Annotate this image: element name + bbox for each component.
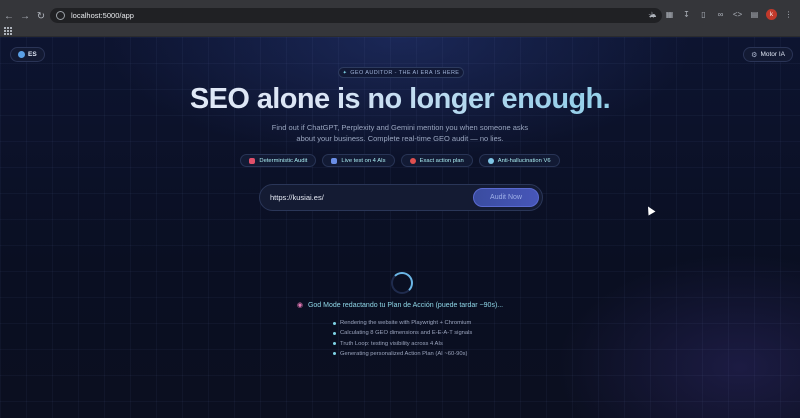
loading-spinner-icon (391, 272, 413, 294)
language-label: ES (28, 51, 37, 58)
sparkle-icon: ✦ (342, 69, 348, 76)
extensions-puzzle-icon[interactable]: ▦ (664, 9, 675, 20)
step-item: Calculating 8 GEO dimensions and E-E-A-T… (333, 328, 472, 338)
toolbar-icons: ☁ ▦ ↧ ▯ ∞ <> ▤ k ⋮ (647, 9, 794, 20)
browser-toolbar: ← → ↻ localhost:5000/app ☆ ☁ ▦ ↧ ▯ ∞ <> … (0, 6, 800, 26)
lightning-icon (249, 157, 256, 164)
motor-label: Motor IA (760, 51, 785, 58)
page-subtitle: Find out if ChatGPT, Perplexity and Gemi… (271, 123, 529, 143)
eyebrow-text: GEO AUDITOR - THE AI ERA IS HERE (350, 69, 460, 76)
step-item: Rendering the website with Playwright + … (333, 318, 472, 328)
status-text: God Mode redactando tu Plan de Acción (p… (307, 302, 504, 309)
step-item: Generating personalized Action Plan (AI … (333, 349, 472, 359)
forward-icon[interactable]: → (18, 9, 32, 23)
brain-icon: ◉ (296, 302, 303, 309)
feature-chip-anti-hallucination: Anti-hallucination V6 (478, 154, 560, 167)
menu-kebab-icon[interactable]: ⋮ (783, 9, 794, 20)
address-bar[interactable]: localhost:5000/app ☆ (50, 8, 662, 23)
eyebrow-badge: ✦ GEO AUDITOR - THE AI ERA IS HERE (338, 67, 464, 78)
feature-label: Anti-hallucination V6 (497, 157, 551, 164)
feature-label: Exact action plan (419, 157, 464, 164)
globe-icon (18, 51, 25, 58)
progress-steps: Rendering the website with Playwright + … (333, 318, 472, 359)
gear-icon: ⚙ (751, 51, 758, 59)
chart-icon (331, 157, 338, 164)
audit-form: Audit Now (259, 184, 543, 211)
motor-ia-button[interactable]: ⚙ Motor IA (743, 47, 793, 62)
download-icon[interactable]: ↧ (681, 9, 692, 20)
reload-icon[interactable]: ↻ (34, 9, 48, 23)
loading-status: ◉ God Mode redactando tu Plan de Acción … (0, 301, 800, 309)
profile-avatar[interactable]: k (766, 9, 777, 20)
feature-label: Live test on 4 AIs (341, 157, 386, 164)
address-url: localhost:5000/app (71, 11, 134, 20)
step-item: Truth Loop: testing visibility across 4 … (333, 339, 472, 349)
translate-icon[interactable]: ▯ (698, 9, 709, 20)
back-icon[interactable]: ← (2, 9, 16, 23)
extensions-cloud-icon[interactable]: ☁ (647, 9, 658, 20)
target-icon (409, 157, 416, 164)
sidebar-icon[interactable]: ▤ (749, 9, 760, 20)
feature-chip-live-test: Live test on 4 AIs (322, 154, 395, 167)
audit-now-button[interactable]: Audit Now (473, 188, 539, 207)
magnifier-icon (487, 157, 494, 164)
page-headline: SEO alone is no longer enough. (0, 83, 800, 116)
apps-grid-icon[interactable] (4, 27, 12, 35)
link-icon[interactable]: ∞ (715, 9, 726, 20)
feature-chip-action-plan: Exact action plan (400, 154, 473, 167)
bookmarks-bar (0, 26, 800, 37)
devtools-code-icon[interactable]: <> (732, 9, 743, 20)
feature-label: Deterministic Audit (259, 157, 308, 164)
language-switch[interactable]: ES (10, 47, 45, 62)
feature-chips: Deterministic Audit Live test on 4 AIs E… (0, 154, 800, 167)
feature-chip-deterministic: Deterministic Audit (240, 154, 317, 167)
page: ES ⚙ Motor IA ✦ GEO AUDITOR - THE AI ERA… (0, 37, 800, 418)
site-info-icon[interactable] (56, 11, 65, 20)
